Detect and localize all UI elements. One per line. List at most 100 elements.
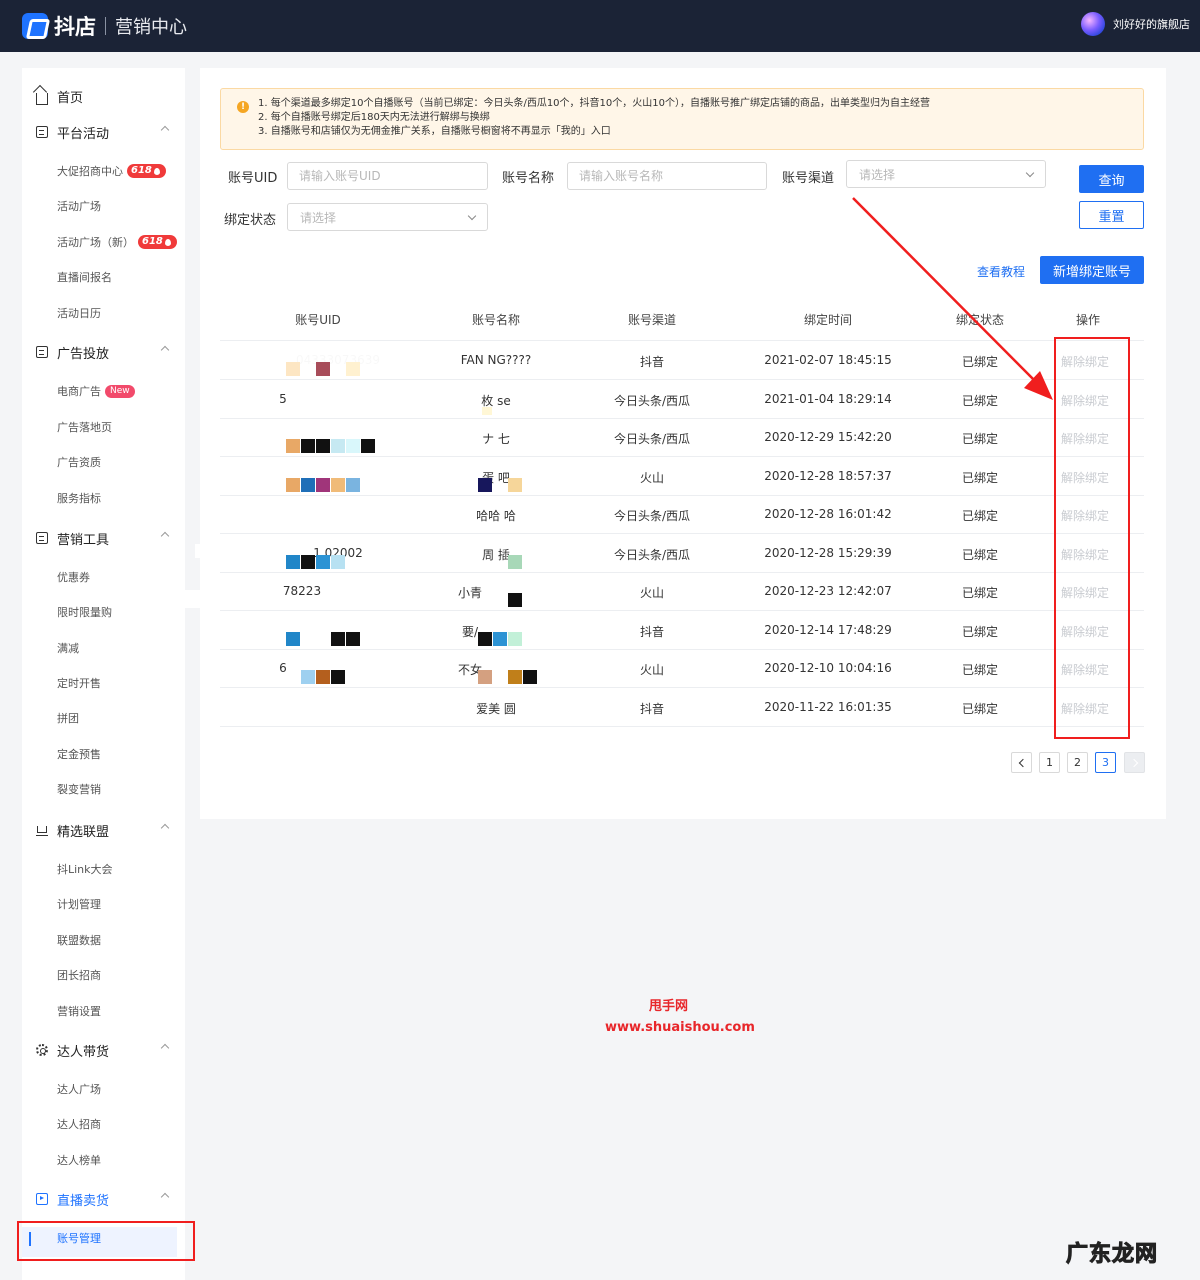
cell-uid: 6 [279, 661, 287, 675]
column-header-channel: 账号渠道 [627, 313, 676, 327]
main-panel: ! 1. 每个渠道最多绑定10个自播账号（当前已绑定：今日头条/西瓜10个，抖音… [200, 68, 1166, 819]
sidebar-group-live-selling[interactable]: 直播卖货 [36, 1189, 176, 1209]
cell-name: ナ 七 [482, 432, 510, 446]
channel-select[interactable]: 请选择 [846, 160, 1046, 188]
cell-time: 2020-12-28 16:01:42 [764, 507, 892, 521]
redaction-pixel [301, 478, 315, 492]
redaction-pixel [286, 439, 300, 453]
sidebar-item-flash-sale[interactable]: 限时限量购 [57, 604, 112, 620]
sidebar-item-promo-center[interactable]: 大促招商中心 618 [57, 163, 166, 179]
sidebar-item-scheduled-sale[interactable]: 定时开售 [57, 675, 101, 691]
redaction-pixel [316, 439, 330, 453]
cell-status: 已绑定 [961, 663, 998, 677]
notice-line: 2. 每个自播账号绑定后180天内无法进行解绑与换绑 [258, 112, 490, 123]
cell-name: 爱美 圆 [476, 702, 516, 716]
sidebar-item-activity-calendar[interactable]: 活动日历 [57, 305, 101, 321]
sidebar-group-influencer[interactable]: 达人带货 [36, 1040, 176, 1060]
cell-name: 哈哈 哈 [476, 509, 516, 523]
redaction-pixel [316, 555, 330, 569]
cell-time: 2020-12-28 18:57:37 [764, 469, 892, 483]
cell-status: 已绑定 [961, 702, 998, 716]
sidebar-item-live-signup[interactable]: 直播间报名 [57, 269, 112, 285]
notice-banner: ! 1. 每个渠道最多绑定10个自播账号（当前已绑定：今日头条/西瓜10个，抖音… [220, 88, 1144, 150]
select-placeholder: 请选择 [859, 167, 896, 182]
sidebar-item-plan-management[interactable]: 计划管理 [57, 896, 101, 912]
tv-icon [36, 1193, 48, 1205]
redaction-pixel [346, 439, 360, 453]
table-row: 5 枚 se 今日头条/西瓜 2021-01-04 18:29:14 已绑定 解… [220, 381, 1144, 419]
corner-watermark: 广东龙网 [1065, 1241, 1159, 1268]
uid-input[interactable] [287, 162, 488, 190]
chevron-up-icon [160, 125, 170, 135]
sidebar-item-ecom-ads[interactable]: 电商广告 New [57, 383, 135, 399]
cell-name: 周 插 [482, 548, 510, 562]
cell-channel: 今日头条/西瓜 [613, 394, 691, 408]
pagination-page-1[interactable]: 1 [1039, 752, 1060, 773]
sidebar-item-label: 满减 [57, 642, 79, 655]
table-row: ナ 七 今日头条/西瓜 2020-12-29 15:42:20 已绑定 解除绑定 [220, 419, 1144, 457]
redaction-pixel [478, 632, 492, 646]
redaction-pixel [331, 632, 345, 646]
sidebar-item-group-buy[interactable]: 拼团 [57, 710, 79, 726]
sidebar-group-marketing-tools[interactable]: 营销工具 [36, 528, 176, 548]
status-label: 绑定状态 [224, 213, 277, 228]
cell-status: 已绑定 [961, 509, 998, 523]
sidebar-item-label: 优惠券 [57, 571, 90, 584]
sidebar-group-platform-activity[interactable]: 平台活动 [36, 122, 176, 142]
redaction-pixel [508, 478, 522, 492]
cell-status: 已绑定 [961, 548, 998, 562]
sidebar-item-ad-qualification[interactable]: 广告资质 [57, 454, 101, 470]
redaction-pixel [346, 478, 360, 492]
sidebar-item-coupon[interactable]: 优惠券 [57, 569, 90, 585]
query-button[interactable]: 查询 [1079, 165, 1144, 193]
pagination-page-2[interactable]: 2 [1067, 752, 1088, 773]
brand-divider [105, 17, 106, 35]
sidebar-item-full-reduction[interactable]: 满减 [57, 640, 79, 656]
ads-icon [36, 346, 48, 358]
sidebar-item-alliance-data[interactable]: 联盟数据 [57, 932, 101, 948]
redaction-pixel [301, 439, 315, 453]
chevron-up-icon [160, 531, 170, 541]
redaction-pixel [286, 555, 300, 569]
badge-618: 618 [138, 235, 177, 249]
cell-name: 枚 se [481, 394, 511, 408]
cell-channel: 抖音 [639, 625, 664, 639]
table-row: 爱美 圆 抖音 2020-11-22 16:01:35 已绑定 解除绑定 [220, 689, 1144, 727]
sidebar-item-deposit-presale[interactable]: 定金预售 [57, 746, 101, 762]
chevron-up-icon [160, 823, 170, 833]
reset-button[interactable]: 重置 [1079, 201, 1144, 229]
pagination-next-button[interactable] [1124, 752, 1145, 773]
pagination-prev-button[interactable] [1011, 752, 1032, 773]
redaction-pixel [482, 407, 492, 415]
sidebar-item-influencer-square[interactable]: 达人广场 [57, 1081, 101, 1097]
sidebar-item-influencer-recruit[interactable]: 达人招商 [57, 1116, 101, 1132]
uid-label: 账号UID [228, 171, 278, 186]
sidebar-item-marketing-settings[interactable]: 营销设置 [57, 1003, 101, 1019]
user-menu[interactable]: 刘好好的旗舰店 [1081, 12, 1190, 36]
pagination-page-3[interactable]: 3 [1095, 752, 1116, 773]
watermark-title: 甩手网 [649, 999, 689, 1014]
tutorial-link[interactable]: 查看教程 [977, 263, 1025, 280]
redaction-pixel [478, 670, 492, 684]
sidebar-item-influencer-rank[interactable]: 达人榜单 [57, 1152, 101, 1168]
warning-icon: ! [237, 101, 249, 113]
column-header-status: 绑定状态 [955, 313, 1004, 327]
status-select[interactable]: 请选择 [287, 203, 488, 231]
flame-icon [153, 167, 160, 175]
sidebar-item-home[interactable]: 首页 [36, 86, 176, 106]
sidebar-item-label: 限时限量购 [57, 606, 112, 619]
sidebar-item-viral-marketing[interactable]: 裂变营销 [57, 781, 101, 797]
sidebar-item-dou-link[interactable]: 抖Link大会 [57, 861, 113, 877]
column-header-uid: 账号UID [295, 313, 341, 327]
column-header-name: 账号名称 [471, 313, 520, 327]
add-binding-button[interactable]: 新增绑定账号 [1040, 256, 1144, 284]
sidebar-item-landing-page[interactable]: 广告落地页 [57, 419, 112, 435]
sidebar-item-activity-square-new[interactable]: 活动广场（新） 618 [57, 234, 177, 250]
badge-text: 618 [142, 236, 163, 247]
sidebar-item-service-metrics[interactable]: 服务指标 [57, 490, 101, 506]
sidebar-item-leader-recruit[interactable]: 团长招商 [57, 967, 101, 983]
name-input[interactable] [567, 162, 767, 190]
sidebar-group-ads[interactable]: 广告投放 [36, 342, 176, 362]
sidebar-group-alliance[interactable]: 精选联盟 [36, 820, 176, 840]
sidebar-item-activity-square[interactable]: 活动广场 [57, 198, 101, 214]
